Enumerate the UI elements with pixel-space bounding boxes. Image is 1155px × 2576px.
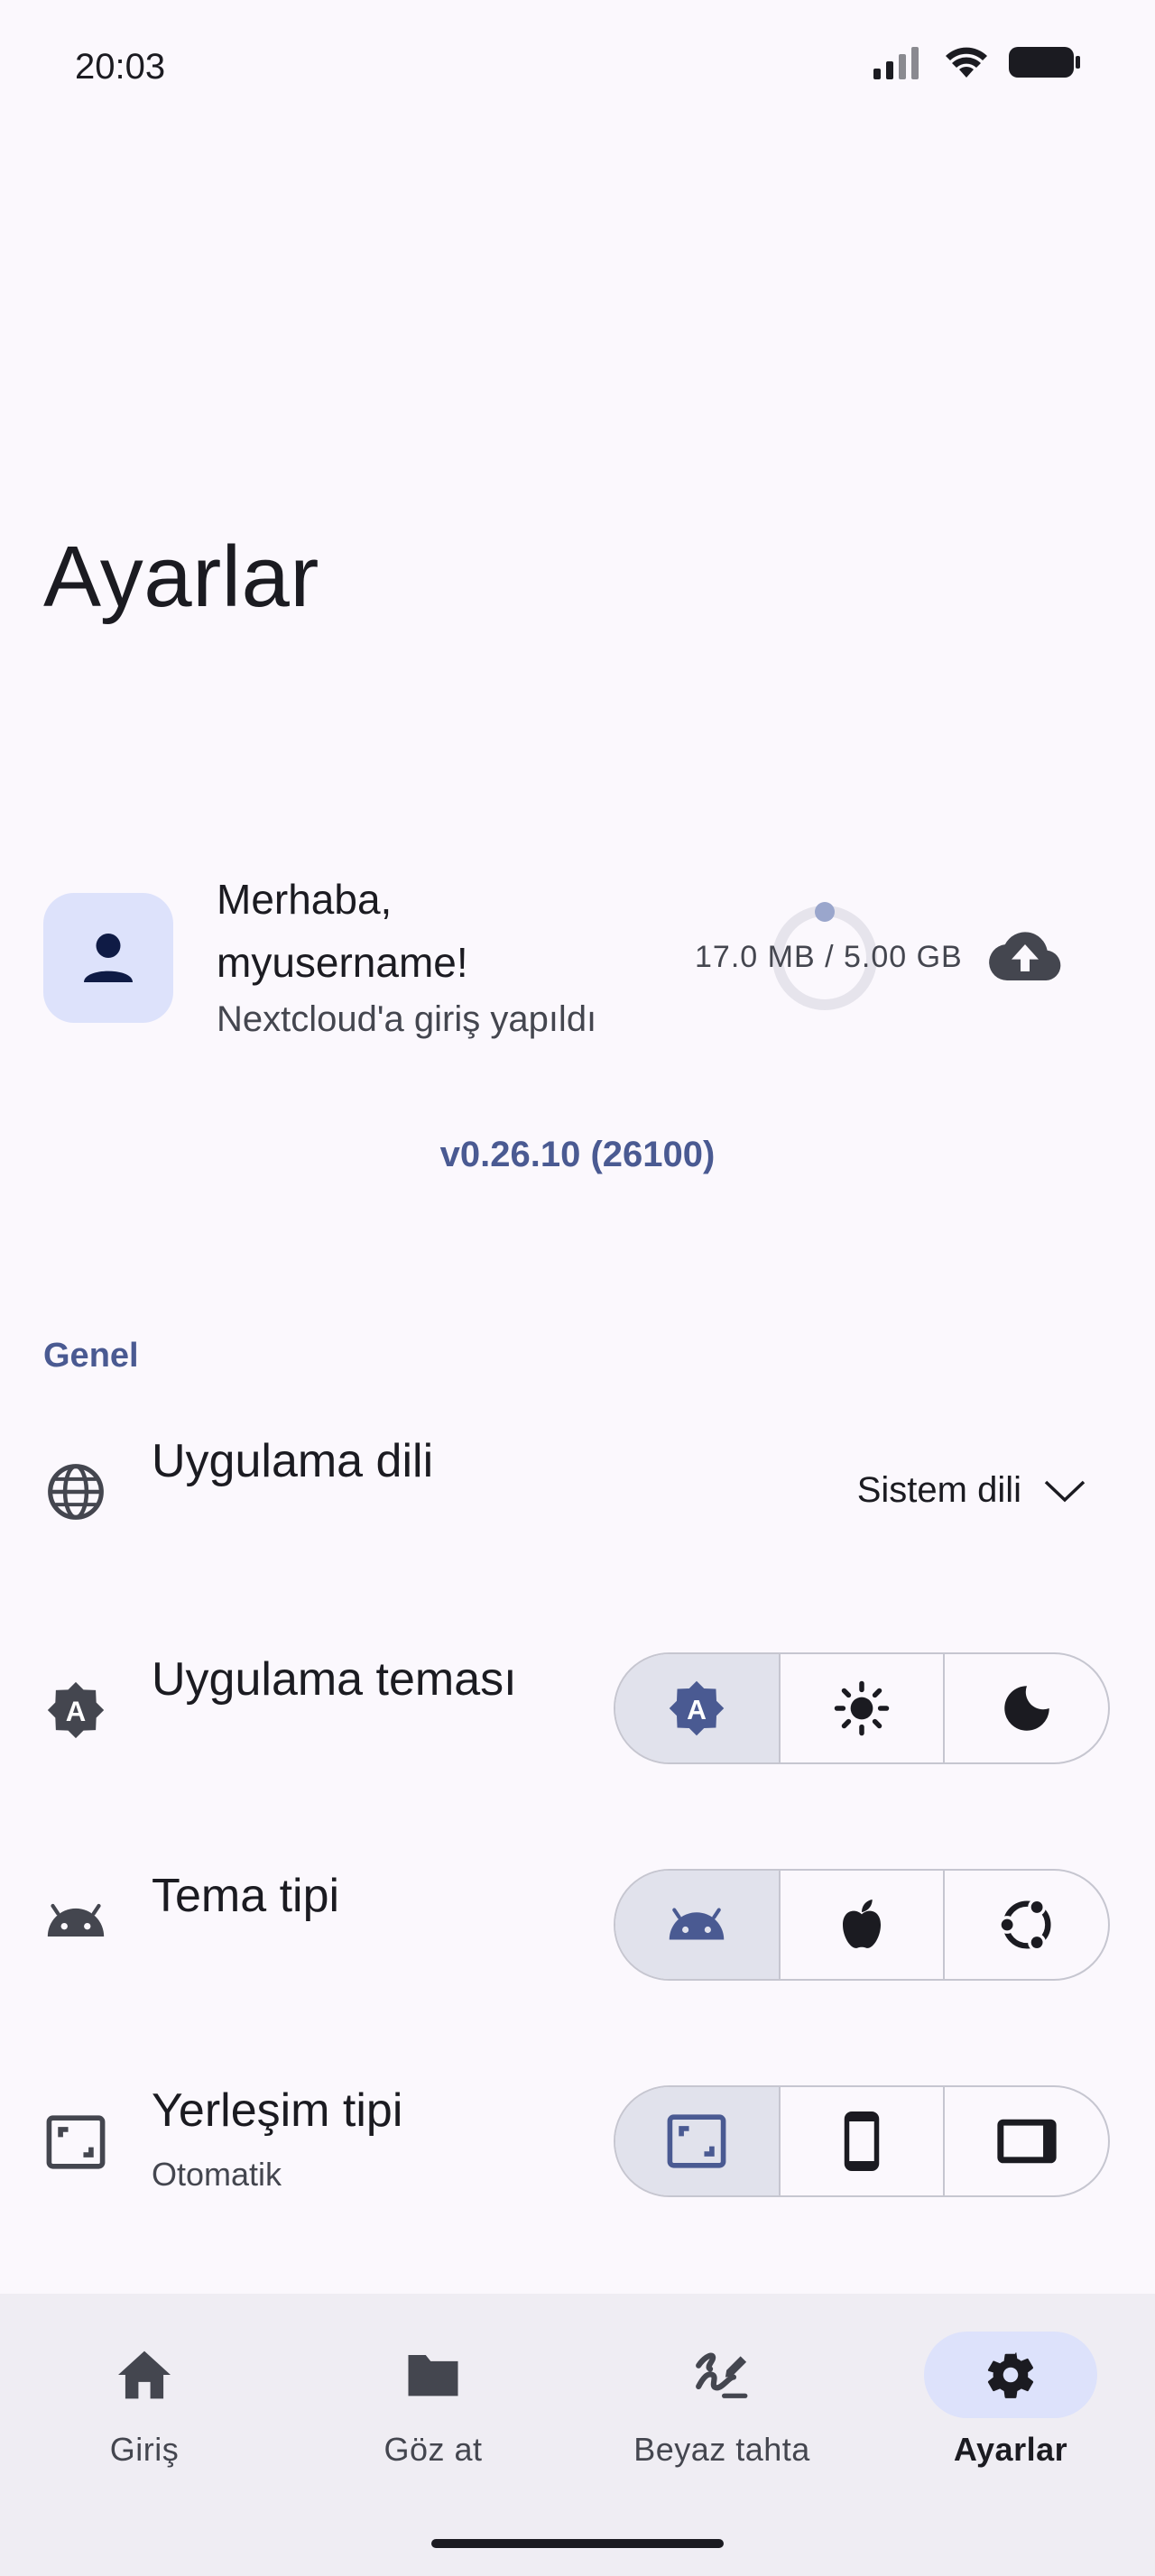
layout-type-subtitle: Otomatik xyxy=(152,2156,282,2193)
home-indicator xyxy=(431,2539,724,2548)
section-general-title: Genel xyxy=(43,1337,139,1375)
language-title: Uygulama dili xyxy=(152,1435,434,1487)
theme-title: Uygulama teması xyxy=(152,1653,517,1706)
theme-type-title: Tema tipi xyxy=(152,1870,340,1922)
wifi-icon xyxy=(946,47,987,78)
nav-item-browse[interactable]: Göz at xyxy=(320,2332,546,2469)
nav-settings-pill xyxy=(924,2332,1097,2418)
layout-phone-option[interactable] xyxy=(778,2087,944,2195)
nav-label-whiteboard: Beyaz tahta xyxy=(633,2431,810,2468)
nav-item-whiteboard[interactable]: Beyaz tahta xyxy=(609,2332,835,2469)
status-time: 20:03 xyxy=(75,47,166,87)
auto-theme-icon: A xyxy=(670,1680,725,1736)
auto-layout-icon xyxy=(667,2114,726,2168)
folder-icon xyxy=(408,2355,458,2397)
theme-type-android-option[interactable] xyxy=(615,1871,779,1979)
layout-type-title: Yerleşim tipi xyxy=(152,2084,403,2137)
cloud-upload-icon[interactable] xyxy=(989,929,1061,987)
whiteboard-icon xyxy=(696,2352,748,2398)
nav-browse-pill xyxy=(346,2332,520,2418)
greeting-text: Merhaba, myusername! xyxy=(217,876,468,986)
phone-icon xyxy=(844,2111,880,2171)
theme-auto-option[interactable]: A xyxy=(615,1654,779,1762)
status-icons xyxy=(873,45,1081,79)
android-icon xyxy=(47,1903,105,1937)
login-status-text: Nextcloud'a giriş yapıldı xyxy=(217,999,597,1039)
auto-theme-icon: A xyxy=(47,1681,105,1739)
layout-auto-option[interactable] xyxy=(615,2087,779,2195)
signal-icon xyxy=(873,47,919,79)
gear-icon xyxy=(987,2352,1034,2398)
globe-icon xyxy=(48,1464,104,1520)
apple-icon xyxy=(843,1900,881,1948)
battery-icon xyxy=(1009,47,1080,78)
tablet-icon xyxy=(997,2119,1057,2164)
language-dropdown[interactable]: Sistem dili xyxy=(857,1470,1086,1511)
theme-type-segmented-control xyxy=(614,1869,1110,1981)
nav-home-pill xyxy=(58,2332,231,2418)
layout-type-segmented-control xyxy=(614,2085,1110,2197)
ubuntu-icon xyxy=(997,1898,1051,1952)
nav-label-browse: Göz at xyxy=(383,2431,483,2468)
person-icon xyxy=(84,934,133,982)
theme-dark-option[interactable] xyxy=(943,1654,1108,1762)
page-title: Ayarlar xyxy=(43,529,319,625)
svg-text:A: A xyxy=(66,1696,87,1727)
avatar[interactable] xyxy=(43,893,173,1023)
auto-layout-icon xyxy=(46,2115,106,2169)
layout-tablet-option[interactable] xyxy=(943,2087,1108,2195)
storage-usage-text: 17.0 MB / 5.00 GB xyxy=(695,940,963,974)
theme-segmented-control: A xyxy=(614,1652,1110,1764)
light-icon xyxy=(834,1680,890,1736)
nav-label-settings: Ayarlar xyxy=(953,2431,1068,2468)
nav-label-home: Giriş xyxy=(109,2431,180,2468)
theme-light-option[interactable] xyxy=(778,1654,944,1762)
android-icon xyxy=(670,1908,725,1940)
app-version[interactable]: v0.26.10 (26100) xyxy=(0,1135,1155,1175)
svg-text:A: A xyxy=(687,1696,707,1725)
theme-type-ubuntu-option[interactable] xyxy=(943,1871,1108,1979)
chevron-down-icon xyxy=(1044,1480,1086,1502)
home-icon xyxy=(118,2351,171,2399)
theme-type-apple-option[interactable] xyxy=(778,1871,944,1979)
language-value: Sistem dili xyxy=(856,1470,1021,1510)
nav-item-home[interactable]: Giriş xyxy=(32,2332,257,2469)
dark-icon xyxy=(1003,1686,1049,1731)
nav-whiteboard-pill xyxy=(635,2332,808,2418)
nav-item-settings[interactable]: Ayarlar xyxy=(898,2332,1123,2469)
